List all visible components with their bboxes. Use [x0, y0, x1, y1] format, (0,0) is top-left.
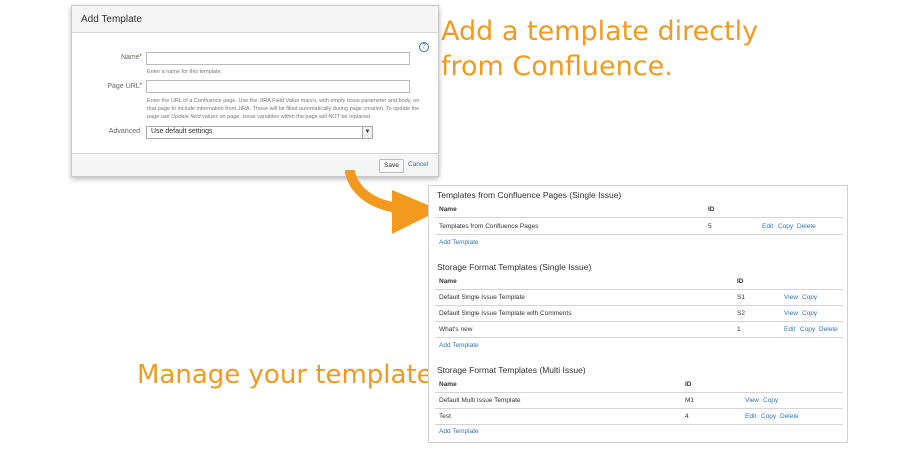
advanced-label: Advanced [108, 128, 140, 135]
name-label-text: Name [120, 54, 140, 61]
name-description: Enter a name for this template. [147, 69, 223, 75]
advanced-select-value: Use default settings [151, 128, 213, 135]
section-title: Storage Format Templates (Multi Issue) [437, 365, 586, 375]
divider [435, 392, 843, 393]
edit-link[interactable]: Edit [745, 413, 756, 420]
section-title: Templates from Confluence Pages (Single … [437, 190, 622, 200]
row-id: 4 [685, 413, 689, 420]
column-header-id: ID [737, 278, 744, 285]
copy-link[interactable]: Copy [763, 397, 778, 404]
advanced-select[interactable]: Use default settings ▼ [146, 126, 373, 139]
delete-link[interactable]: Delete [780, 413, 799, 420]
caption-line: Add a template directly [441, 16, 759, 47]
page-url-description: Enter the URL of a Confluence page. Use … [147, 97, 427, 121]
page-url-description-line2: that page to include information from JI… [147, 106, 420, 112]
caption-add-template: Add a template directly from Confluence. [441, 14, 758, 84]
divider [435, 337, 843, 338]
column-header-id: ID [708, 206, 715, 213]
name-input[interactable] [146, 52, 410, 65]
dialog-header: Add Template [72, 6, 438, 33]
view-link[interactable]: View [784, 294, 798, 301]
copy-link[interactable]: Copy [800, 326, 815, 333]
cancel-link[interactable]: Cancel [408, 161, 428, 168]
divider [435, 305, 843, 306]
row-id: 1 [737, 326, 741, 333]
row-name: Default Multi Issue Template [439, 397, 521, 404]
curved-arrow-icon [345, 170, 440, 234]
column-header-name: Name [439, 278, 457, 285]
page-url-input[interactable] [146, 80, 410, 93]
view-link[interactable]: View [784, 310, 798, 317]
required-marker: * [139, 83, 142, 89]
delete-link[interactable]: Delete [797, 223, 816, 230]
dialog-title: Add Template [81, 14, 142, 25]
page-url-description-line1: Enter the URL of a Confluence page. Use … [147, 98, 420, 104]
name-label: Name* [82, 54, 142, 61]
divider [435, 321, 843, 322]
page-url-label: Page URL* [82, 83, 142, 90]
row-name: Test [439, 413, 451, 420]
caption-manage-templates: Manage your templates. [137, 360, 455, 390]
column-header-name: Name [439, 206, 457, 213]
page-url-desc-3c: . Issue variables within the page will N… [239, 114, 372, 120]
page-url-description-line3: page use Update field values on page. Is… [147, 113, 427, 121]
row-name: What's new [439, 326, 473, 333]
column-header-name: Name [439, 381, 457, 388]
help-icon[interactable]: ? [419, 42, 429, 52]
templates-panel: Templates from Confluence Pages (Single … [428, 185, 848, 443]
add-template-link[interactable]: Add Template [439, 239, 479, 246]
page-url-label-text: Page URL [107, 83, 140, 90]
copy-link[interactable]: Copy [802, 310, 817, 317]
divider [435, 408, 843, 409]
section-title: Storage Format Templates (Single Issue) [437, 262, 592, 272]
row-id: 5 [708, 223, 712, 230]
chevron-down-icon[interactable]: ▼ [362, 127, 372, 138]
row-id: S2 [737, 310, 745, 317]
add-template-link[interactable]: Add Template [439, 428, 479, 435]
row-name: Default Single Issue Template with Comme… [439, 310, 572, 317]
view-link[interactable]: View [745, 397, 759, 404]
delete-link[interactable]: Delete [819, 326, 838, 333]
copy-link[interactable]: Copy [802, 294, 817, 301]
divider [435, 424, 843, 425]
row-name: Default Single Issue Template [439, 294, 525, 301]
divider [435, 217, 843, 218]
column-header-id: ID [685, 381, 692, 388]
edit-link[interactable]: Edit [784, 326, 795, 333]
edit-link[interactable]: Edit [762, 223, 773, 230]
divider [435, 289, 843, 290]
caption-line: from Confluence. [441, 51, 673, 82]
copy-link[interactable]: Copy [778, 223, 793, 230]
add-template-link[interactable]: Add Template [439, 342, 479, 349]
row-name: Templates from Confluence Pages [439, 223, 539, 230]
page-url-desc-3a: page use [147, 114, 172, 120]
row-id: M1 [685, 397, 695, 404]
copy-link[interactable]: Copy [761, 413, 776, 420]
divider [435, 234, 843, 235]
required-marker: * [139, 54, 142, 60]
add-template-dialog: Add Template ? Name* Enter a name for th… [71, 5, 439, 177]
row-id: S1 [737, 294, 745, 301]
page-url-desc-3b: Update field values on page [171, 114, 240, 120]
